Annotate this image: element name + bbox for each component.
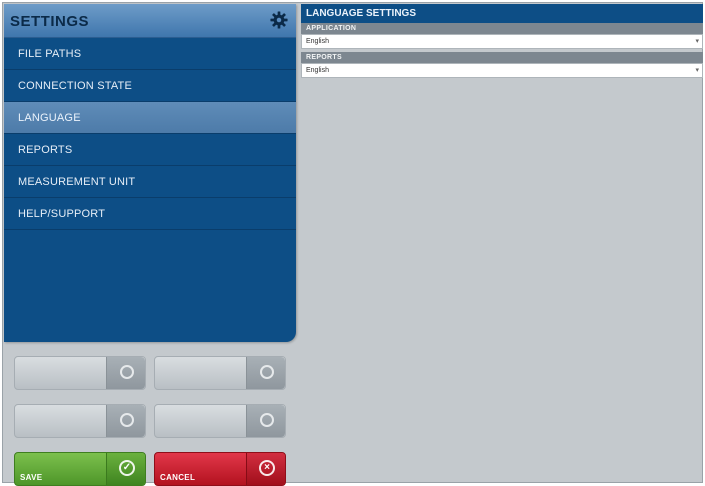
sidebar-item-file-paths[interactable]: FILE PATHS [4,38,296,70]
circle-icon [260,365,274,379]
panel-title: LANGUAGE SETTINGS [301,4,703,23]
sidebar-item-help-support[interactable]: HELP/SUPPORT [4,198,296,230]
application-language-select[interactable]: English ▾ [301,34,703,49]
blank-button-3[interactable] [14,404,146,438]
dropdown-arrow-icon: ▾ [695,67,699,74]
circle-icon [120,365,134,379]
reports-section-label: REPORTS [301,52,703,63]
reports-language-value: English [306,67,329,74]
sidebar-header: SETTINGS [4,4,296,38]
sidebar-item-language[interactable]: LANGUAGE [4,102,296,134]
save-button[interactable]: SAVE ✓ [14,452,146,486]
application-language-value: English [306,38,329,45]
circle-icon [120,413,134,427]
circle-icon [260,413,274,427]
save-label: SAVE [20,473,43,482]
blank-button-4[interactable] [154,404,286,438]
sidebar-title: SETTINGS [10,13,90,30]
sidebar-item-reports[interactable]: REPORTS [4,134,296,166]
settings-sidebar: SETTINGS FILE PATHS CONNECTION STATE LAN… [4,4,296,342]
application-section-label: APPLICATION [301,23,703,34]
cancel-button[interactable]: CANCEL × [154,452,286,486]
reports-language-select[interactable]: English ▾ [301,63,703,78]
blank-button-1[interactable] [14,356,146,390]
language-settings-panel: LANGUAGE SETTINGS APPLICATION English ▾ … [301,4,703,482]
cancel-label: CANCEL [160,473,196,482]
close-icon: × [259,460,275,476]
settings-menu: FILE PATHS CONNECTION STATE LANGUAGE REP… [4,38,296,230]
gear-icon[interactable] [270,11,288,29]
checkmark-icon: ✓ [119,460,135,476]
dropdown-arrow-icon: ▾ [695,38,699,45]
blank-button-2[interactable] [154,356,286,390]
sidebar-item-measurement-unit[interactable]: MEASUREMENT UNIT [4,166,296,198]
sidebar-item-connection-state[interactable]: CONNECTION STATE [4,70,296,102]
